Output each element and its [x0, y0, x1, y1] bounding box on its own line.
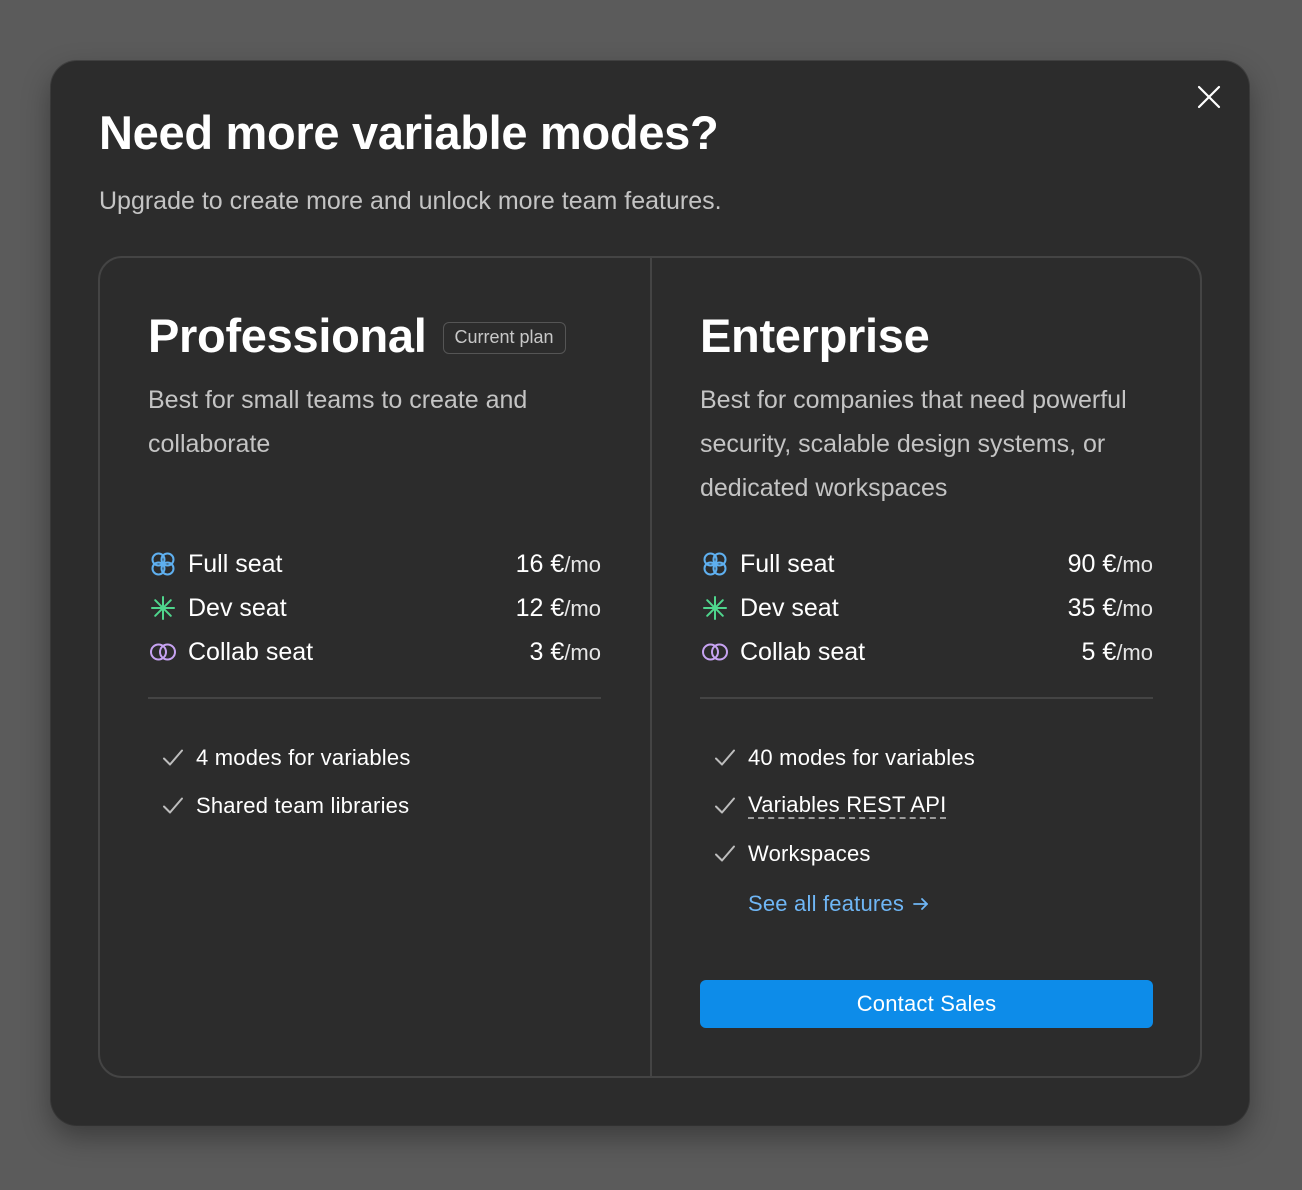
- feature-text: Workspaces: [748, 841, 871, 866]
- seat-row-dev: Dev seat 35 €/mo: [700, 586, 1153, 630]
- feature-item: 40 modes for variables: [712, 734, 975, 782]
- feature-text: 4 modes for variables: [196, 745, 411, 770]
- divider: [700, 697, 1153, 699]
- collab-seat-icon: [700, 637, 730, 667]
- seat-price: 5 €/mo: [1082, 638, 1153, 667]
- upgrade-dialog: Need more variable modes? Upgrade to cre…: [51, 61, 1249, 1125]
- feature-list: 4 modes for variables Shared team librar…: [160, 734, 411, 830]
- feature-item: 4 modes for variables: [160, 734, 411, 782]
- seat-price: 3 €/mo: [530, 638, 601, 667]
- price-unit: /mo: [564, 595, 601, 621]
- seat-label: Full seat: [740, 549, 835, 578]
- dialog-title: Need more variable modes?: [99, 106, 719, 159]
- dialog-subtitle: Upgrade to create more and unlock more t…: [99, 187, 722, 215]
- seat-row-dev: Dev seat 12 €/mo: [148, 586, 601, 630]
- seat-price: 16 €/mo: [516, 550, 601, 579]
- dev-seat-icon: [148, 593, 178, 623]
- arrow-right-icon: [913, 898, 928, 910]
- seat-price: 12 €/mo: [516, 594, 601, 623]
- seat-pricing: Full seat 90 €/mo Dev seat 35 €/mo Colla…: [700, 542, 1153, 674]
- seat-price: 90 €/mo: [1068, 550, 1153, 579]
- contact-sales-button[interactable]: Contact Sales: [700, 980, 1153, 1028]
- plan-comparison: Professional Current plan Best for small…: [98, 256, 1202, 1078]
- full-seat-icon: [700, 549, 730, 579]
- plan-header: Professional Current plan: [148, 308, 566, 363]
- collab-seat-icon: [148, 637, 178, 667]
- dev-seat-icon: [700, 593, 730, 623]
- seat-label: Collab seat: [188, 637, 314, 666]
- check-icon: [160, 745, 186, 771]
- plan-name: Professional: [148, 309, 427, 362]
- plan-description: Best for small teams to create and colla…: [148, 386, 528, 458]
- plan-enterprise: Enterprise Best for companies that need …: [650, 258, 1200, 1076]
- price-unit: /mo: [1116, 639, 1153, 665]
- price-amount: 90 €: [1067, 549, 1117, 578]
- plan-professional: Professional Current plan Best for small…: [100, 258, 650, 1076]
- feature-item: Workspaces: [712, 830, 975, 878]
- feature-text: Shared team libraries: [196, 793, 410, 818]
- close-button[interactable]: [1195, 83, 1223, 111]
- plan-header: Enterprise: [700, 308, 930, 363]
- seat-row-full: Full seat 90 €/mo: [700, 542, 1153, 586]
- full-seat-icon: [148, 549, 178, 579]
- seat-label: Dev seat: [188, 593, 287, 622]
- seat-label: Dev seat: [740, 593, 839, 622]
- price-unit: /mo: [564, 551, 601, 577]
- price-amount: 5 €: [1081, 637, 1117, 666]
- close-icon: [1197, 85, 1221, 109]
- see-all-label: See all features: [748, 891, 905, 916]
- check-icon: [160, 793, 186, 819]
- divider: [148, 697, 601, 699]
- seat-price: 35 €/mo: [1068, 594, 1153, 623]
- feature-item: Variables REST API: [712, 782, 975, 830]
- price-amount: 16 €: [515, 549, 565, 578]
- check-icon: [712, 745, 738, 771]
- feature-item: Shared team libraries: [160, 782, 411, 830]
- seat-pricing: Full seat 16 €/mo Dev seat 12 €/mo Colla…: [148, 542, 601, 674]
- rest-api-tooltip-trigger[interactable]: Variables REST API: [748, 793, 947, 819]
- seat-row-collab: Collab seat 3 €/mo: [148, 630, 601, 674]
- feature-list: 40 modes for variables Variables REST AP…: [712, 734, 975, 878]
- price-unit: /mo: [564, 639, 601, 665]
- price-amount: 35 €: [1067, 593, 1117, 622]
- price-unit: /mo: [1116, 551, 1153, 577]
- price-amount: 3 €: [529, 637, 565, 666]
- current-plan-badge: Current plan: [442, 321, 566, 354]
- plan-name: Enterprise: [700, 309, 930, 362]
- price-amount: 12 €: [515, 593, 565, 622]
- check-icon: [712, 793, 738, 819]
- seat-label: Full seat: [188, 549, 283, 578]
- see-all-features-link[interactable]: See all features: [748, 891, 930, 917]
- check-icon: [712, 841, 738, 867]
- plan-description: Best for companies that need powerful se…: [700, 386, 1127, 502]
- price-unit: /mo: [1116, 595, 1153, 621]
- seat-label: Collab seat: [740, 637, 866, 666]
- seat-row-collab: Collab seat 5 €/mo: [700, 630, 1153, 674]
- feature-text: 40 modes for variables: [748, 745, 975, 770]
- seat-row-full: Full seat 16 €/mo: [148, 542, 601, 586]
